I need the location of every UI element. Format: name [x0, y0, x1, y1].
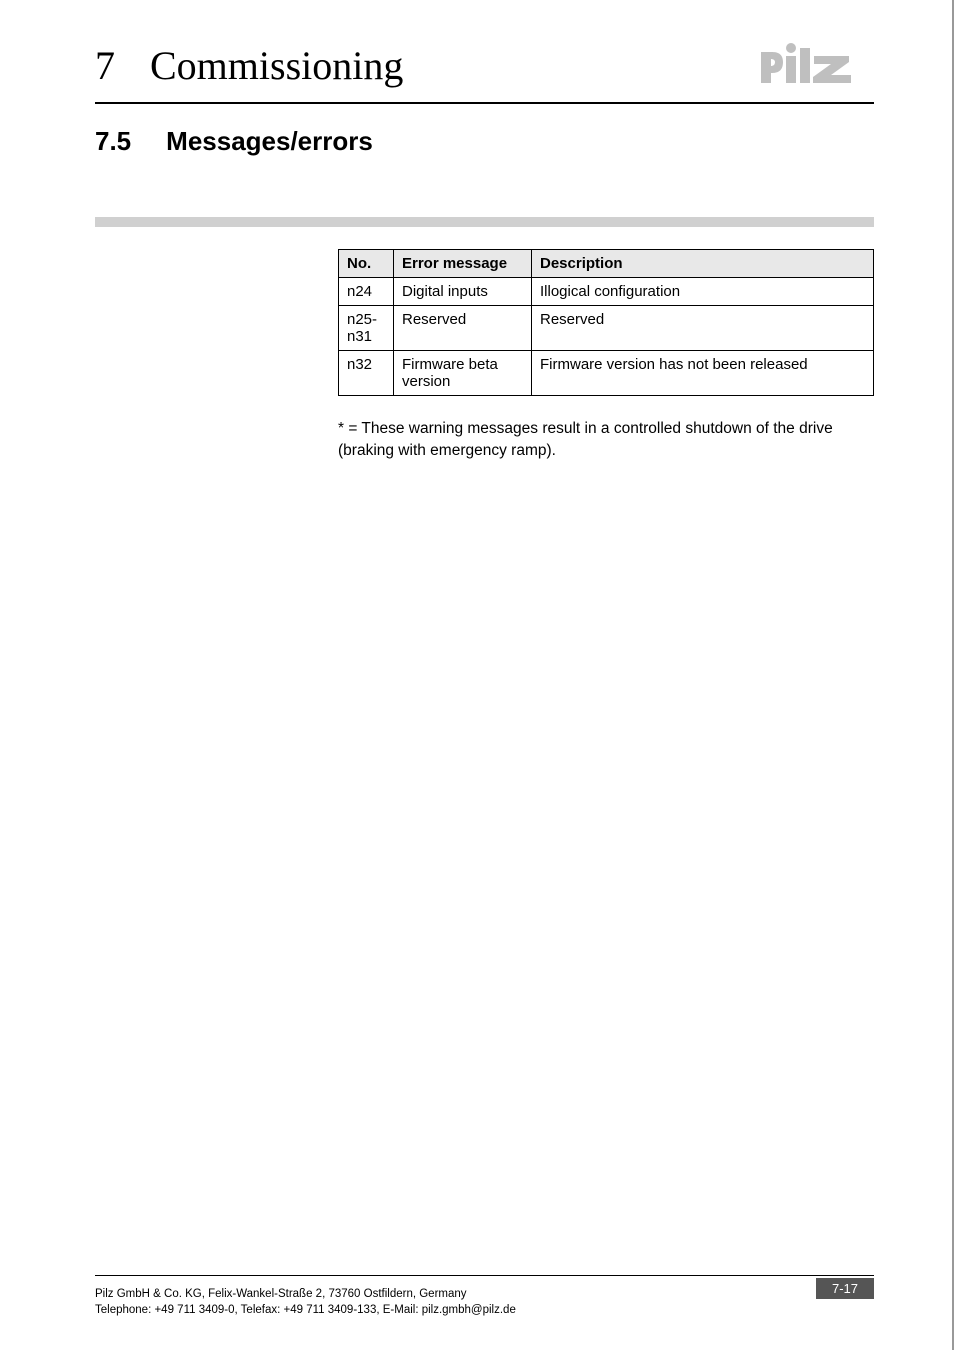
table-row: n25-n31 Reserved Reserved — [339, 306, 874, 351]
error-table: No. Error message Description n24 Digita… — [338, 249, 874, 396]
cell-no: n24 — [339, 278, 394, 306]
cell-desc: Firmware version has not been released — [532, 351, 874, 396]
table-row: n24 Digital inputs Illogical configurati… — [339, 278, 874, 306]
footnote-text: * = These warning messages result in a c… — [338, 418, 874, 461]
cell-msg: Firmware beta version — [394, 351, 532, 396]
table-header-desc: Description — [532, 250, 874, 278]
section-title: Messages/errors — [166, 126, 373, 157]
table-header-msg: Error message — [394, 250, 532, 278]
table-row: n32 Firmware beta version Firmware versi… — [339, 351, 874, 396]
pilz-logo — [757, 40, 867, 90]
cell-desc: Reserved — [532, 306, 874, 351]
cell-no: n32 — [339, 351, 394, 396]
page-number: 7-17 — [816, 1278, 874, 1299]
table-header-row: No. Error message Description — [339, 250, 874, 278]
footer-divider — [95, 1275, 874, 1276]
footer-line1: Pilz GmbH & Co. KG, Felix-Wankel-Straße … — [95, 1286, 516, 1302]
table-header-no: No. — [339, 250, 394, 278]
chapter-number: 7 — [95, 42, 115, 89]
chapter-title: Commissioning — [150, 42, 403, 89]
footer-address: Pilz GmbH & Co. KG, Felix-Wankel-Straße … — [95, 1286, 516, 1318]
footer-line2: Telephone: +49 711 3409-0, Telefax: +49 … — [95, 1302, 516, 1318]
section-number: 7.5 — [95, 126, 131, 157]
cell-desc: Illogical configuration — [532, 278, 874, 306]
cell-msg: Digital inputs — [394, 278, 532, 306]
cell-msg: Reserved — [394, 306, 532, 351]
section-divider — [95, 217, 874, 227]
cell-no: n25-n31 — [339, 306, 394, 351]
